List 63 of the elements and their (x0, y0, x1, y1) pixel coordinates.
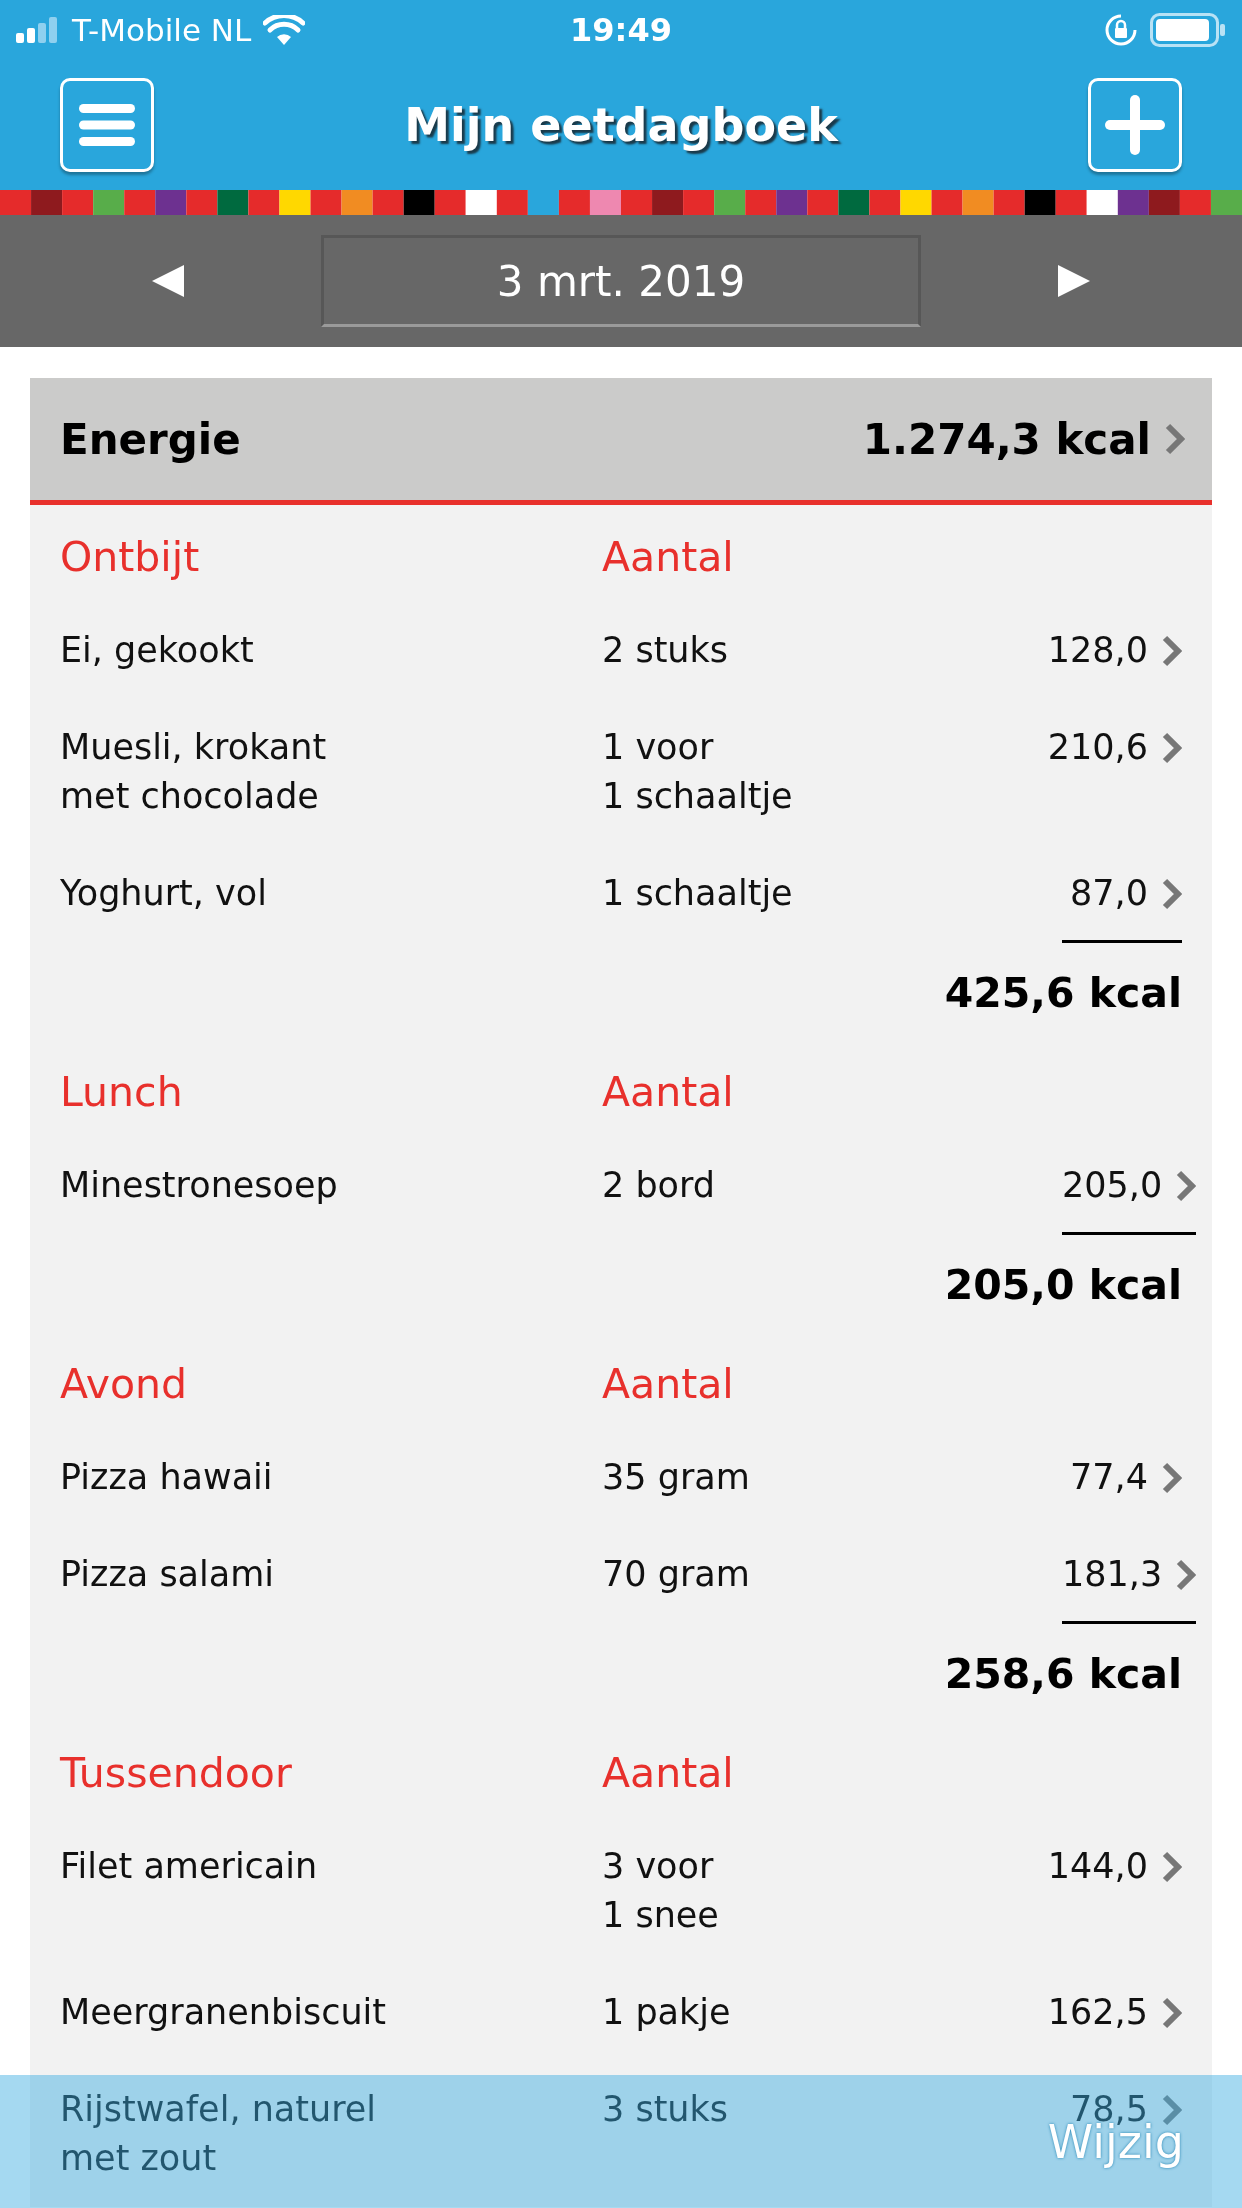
clock-time: 19:49 (570, 11, 672, 49)
food-amount: 3 stuks (602, 2088, 730, 2131)
next-day-icon[interactable] (1056, 263, 1092, 299)
chevron-icon (1165, 423, 1185, 455)
menu-button[interactable] (60, 78, 154, 172)
chevron-icon[interactable] (1162, 732, 1182, 764)
meal-total: 205,0 kcal (944, 1261, 1182, 1310)
food-kcal: 210,6 (1047, 726, 1148, 769)
energy-label: Energie (60, 414, 242, 464)
food-name[interactable]: Meergranenbiscuit (60, 1988, 602, 2037)
carrier-name: T-Mobile NL (72, 12, 252, 48)
column-heading: Aantal (602, 533, 735, 582)
column-heading: Aantal (602, 1068, 735, 1117)
food-amount: 70 gram (602, 1553, 751, 1596)
meal-title: Tussendoor (60, 1749, 293, 1798)
meal-title: Avond (60, 1360, 188, 1409)
chevron-icon[interactable] (1162, 635, 1182, 667)
food-amount: 2 bord (602, 1164, 716, 1207)
food-name[interactable]: Yoghurt, vol (60, 869, 602, 921)
food-amount: 1 schaaltje (602, 872, 794, 915)
chevron-icon[interactable] (1176, 1559, 1197, 1591)
food-name[interactable]: Ei, gekookt (60, 626, 602, 675)
food-amount: 1 pakje (602, 1991, 732, 2034)
food-amount: 2 stuks (602, 629, 730, 672)
food-amount: 1 voor 1 schaaltje (602, 726, 794, 818)
signal-icon (16, 17, 60, 43)
food-kcal: 87,0 (1070, 872, 1148, 915)
food-name[interactable]: Rijstwafel, naturel met zout (60, 2085, 602, 2183)
wifi-icon (263, 15, 306, 45)
food-kcal: 162,5 (1047, 1991, 1148, 2034)
chevron-icon[interactable] (1162, 1851, 1182, 1883)
battery-icon (1150, 13, 1226, 47)
meal-title: Ontbijt (60, 533, 201, 582)
energy-value: 1.274,3 kcal (862, 414, 1151, 464)
food-name[interactable]: Pizza salami (60, 1550, 602, 1602)
add-button[interactable] (1088, 78, 1182, 172)
menu-icon (79, 102, 135, 148)
food-kcal: 77,4 (1070, 1456, 1148, 1499)
food-name[interactable]: Pizza hawaii (60, 1453, 602, 1502)
energy-row[interactable]: Energie 1.274,3 kcal (30, 378, 1212, 505)
food-name[interactable]: Filet americain (60, 1842, 602, 1940)
chevron-icon[interactable] (1176, 1170, 1197, 1202)
chevron-icon[interactable] (1162, 1462, 1182, 1494)
column-heading: Aantal (602, 1749, 735, 1798)
rotation-lock-icon (1104, 13, 1138, 47)
food-amount: 3 voor 1 snee (602, 1845, 720, 1937)
previous-day-icon[interactable] (150, 263, 186, 299)
screen-title: Mijn eetdagboek (404, 98, 838, 152)
food-kcal: 128,0 (1047, 629, 1148, 672)
date-display[interactable]: 3 mrt. 2019 (321, 235, 921, 327)
food-kcal: 205,0 (1062, 1164, 1163, 1207)
food-name[interactable]: Muesli, krokant met chocolade (60, 723, 602, 821)
food-kcal: 181,3 (1062, 1553, 1163, 1596)
plus-icon (1105, 95, 1165, 155)
meal-title: Lunch (60, 1068, 184, 1117)
meal-total: 258,6 kcal (944, 1650, 1182, 1699)
meal-total: 425,6 kcal (944, 969, 1182, 1018)
chevron-icon[interactable] (1162, 878, 1182, 910)
food-name[interactable]: Minestronesoep (60, 1161, 602, 1213)
food-kcal: 144,0 (1047, 1845, 1148, 1888)
chevron-icon[interactable] (1162, 1997, 1182, 2029)
column-heading: Aantal (602, 1360, 735, 1409)
food-amount: 35 gram (602, 1456, 751, 1499)
